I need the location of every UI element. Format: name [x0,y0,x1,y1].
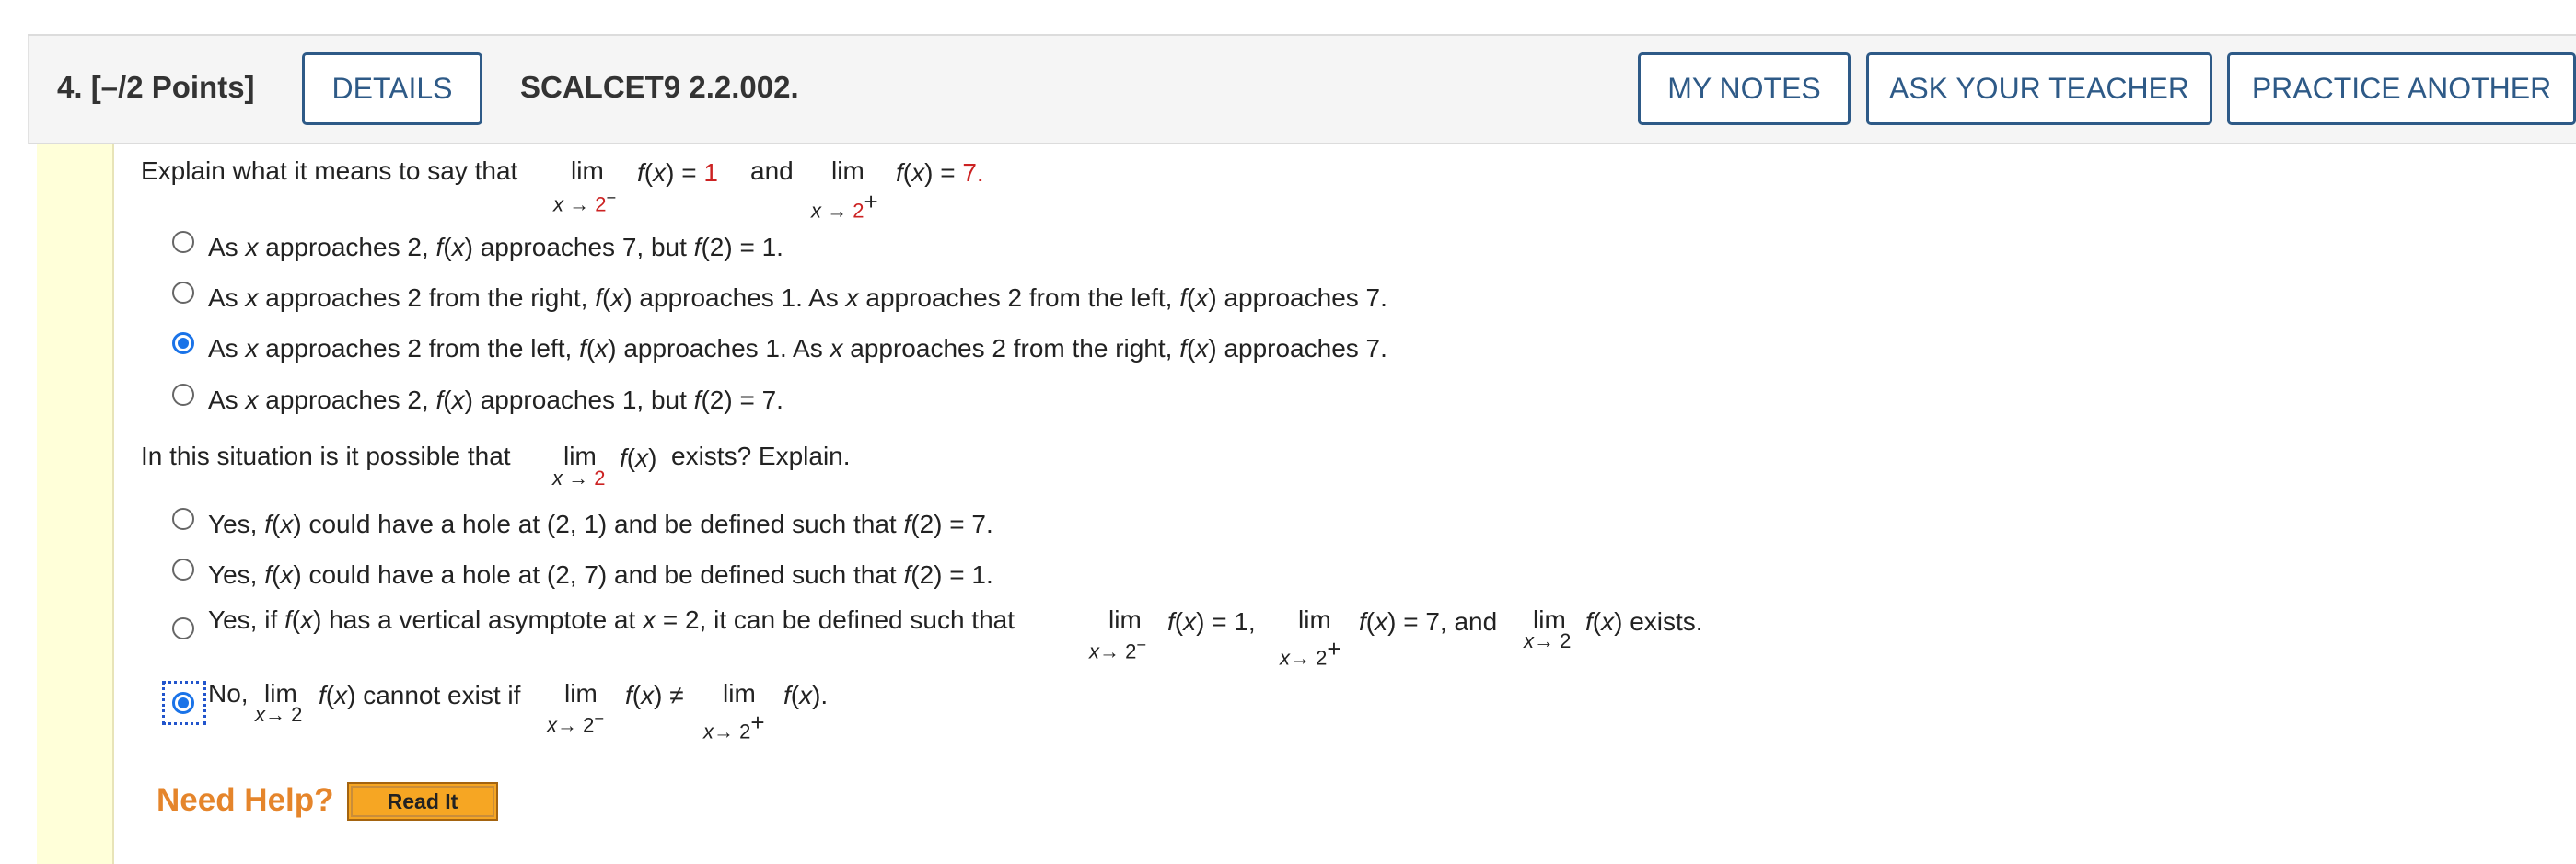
option-label: Yes, f(x) could have a hole at (2, 7) an… [208,560,993,589]
radio-button[interactable] [172,384,194,406]
fx: f(x) cannot exist if [319,681,521,709]
and-text: and [750,156,794,185]
fx: f(x). [783,681,829,709]
read-it-button[interactable]: Read It [347,782,498,821]
lim-label: lim [571,156,604,185]
lim-label: lim [1108,605,1142,634]
fx: f(x) = 7, and [1359,607,1498,636]
lim-label: lim [723,679,756,708]
lim-subscript: x → 2 [552,467,606,490]
radio-button-selected[interactable] [172,692,194,714]
radio-button[interactable] [172,617,194,639]
lim-subscript: x→ 2+ [1280,635,1341,670]
prompt-text: Explain what it means to say that [141,156,518,185]
prompt-end: exists? Explain. [671,442,851,470]
fx: f(x) = 1, [1167,607,1256,636]
fx: f(x) [620,444,657,472]
option-label: Yes, if f(x) has a vertical asymptote at… [208,605,1015,634]
my-notes-button[interactable]: MY NOTES [1638,52,1851,125]
fx-2: f(x) = 7. [896,158,984,187]
radio-button[interactable] [172,231,194,253]
question-number: 4. [–/2 Points] [57,70,255,104]
option-label: No, [208,679,249,708]
need-help-label: Need Help? [157,782,334,818]
lim-label-2: lim [831,156,864,185]
radio-button-selected[interactable] [172,332,194,354]
question-sidebar [37,144,114,864]
lim-label: lim [564,679,598,708]
option-label: As x approaches 2 from the right, f(x) a… [208,283,1387,312]
practice-another-button[interactable]: PRACTICE ANOTHER [2227,52,2576,125]
details-button[interactable]: DETAILS [302,52,482,125]
radio-button[interactable] [172,508,194,530]
lim-subscript: x→ 2− [547,708,605,737]
lim-label: lim [1298,605,1331,634]
lim-subscript-right: x → 2+ [811,188,878,223]
prompt-text: In this situation is it possible that [141,442,511,470]
fx: f(x) ≠ [625,681,684,709]
radio-button[interactable] [172,282,194,304]
lim-subscript: x→ 2+ [703,708,765,743]
lim-subscript-left: x → 2− [553,188,617,216]
fx: f(x) exists. [1585,607,1703,636]
option-label: Yes, f(x) could have a hole at (2, 1) an… [208,510,993,538]
lim-subscript: x→ 2− [1089,635,1147,663]
lim-subscript: x→ 2 [255,703,303,726]
lim-subscript: x→ 2 [1524,629,1572,652]
question-code: SCALCET9 2.2.002. [520,70,799,104]
option-label: As x approaches 2 from the left, f(x) ap… [208,334,1387,363]
radio-button[interactable] [172,559,194,581]
option-label: As x approaches 2, f(x) approaches 7, bu… [208,233,783,261]
ask-your-teacher-button[interactable]: ASK YOUR TEACHER [1866,52,2212,125]
option-label: As x approaches 2, f(x) approaches 1, bu… [208,386,783,414]
fx-1: f(x) = 1 [637,158,718,187]
